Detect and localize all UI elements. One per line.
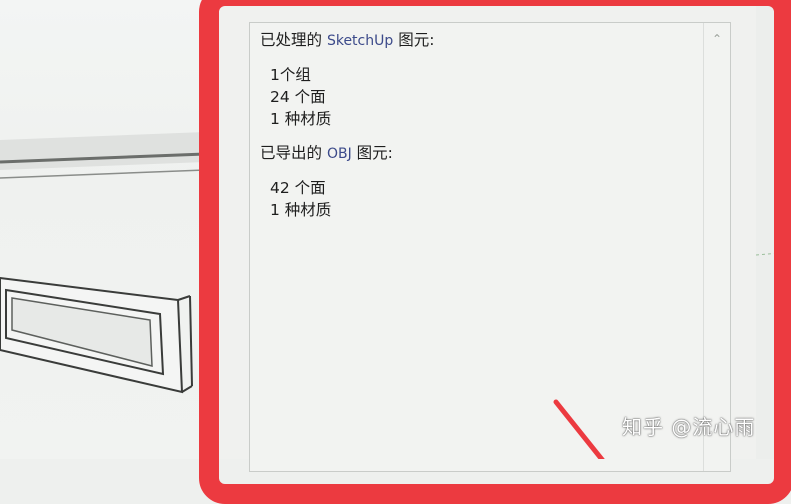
- scroll-up-arrow-icon[interactable]: ⌃: [708, 31, 726, 47]
- exported-material-count: 1 种材质: [270, 201, 332, 219]
- processed-section-title: 已处理的 SketchUp 图元:: [260, 31, 435, 49]
- processed-material-count: 1 种材质: [270, 110, 332, 128]
- results-content: 已处理的 SketchUp 图元: 1个组 24 个面 1 种材质 已导出的 O…: [260, 29, 700, 233]
- processed-stats-list: 1个组 24 个面 1 种材质: [270, 64, 700, 130]
- export-results-dialog: 已处理的 SketchUp 图元: 1个组 24 个面 1 种材质 已导出的 O…: [219, 0, 756, 472]
- processed-group-count: 1个组: [270, 66, 311, 84]
- vertical-scrollbar[interactable]: ⌃: [703, 23, 730, 471]
- results-text-area[interactable]: 已处理的 SketchUp 图元: 1个组 24 个面 1 种材质 已导出的 O…: [249, 22, 731, 472]
- exported-section-title: 已导出的 OBJ 图元:: [260, 144, 393, 162]
- exported-face-count: 42 个面: [270, 179, 326, 197]
- processed-face-count: 24 个面: [270, 88, 326, 106]
- watermark-text: 知乎 @流心雨: [622, 415, 756, 439]
- exported-stats-list: 42 个面 1 种材质: [270, 177, 700, 221]
